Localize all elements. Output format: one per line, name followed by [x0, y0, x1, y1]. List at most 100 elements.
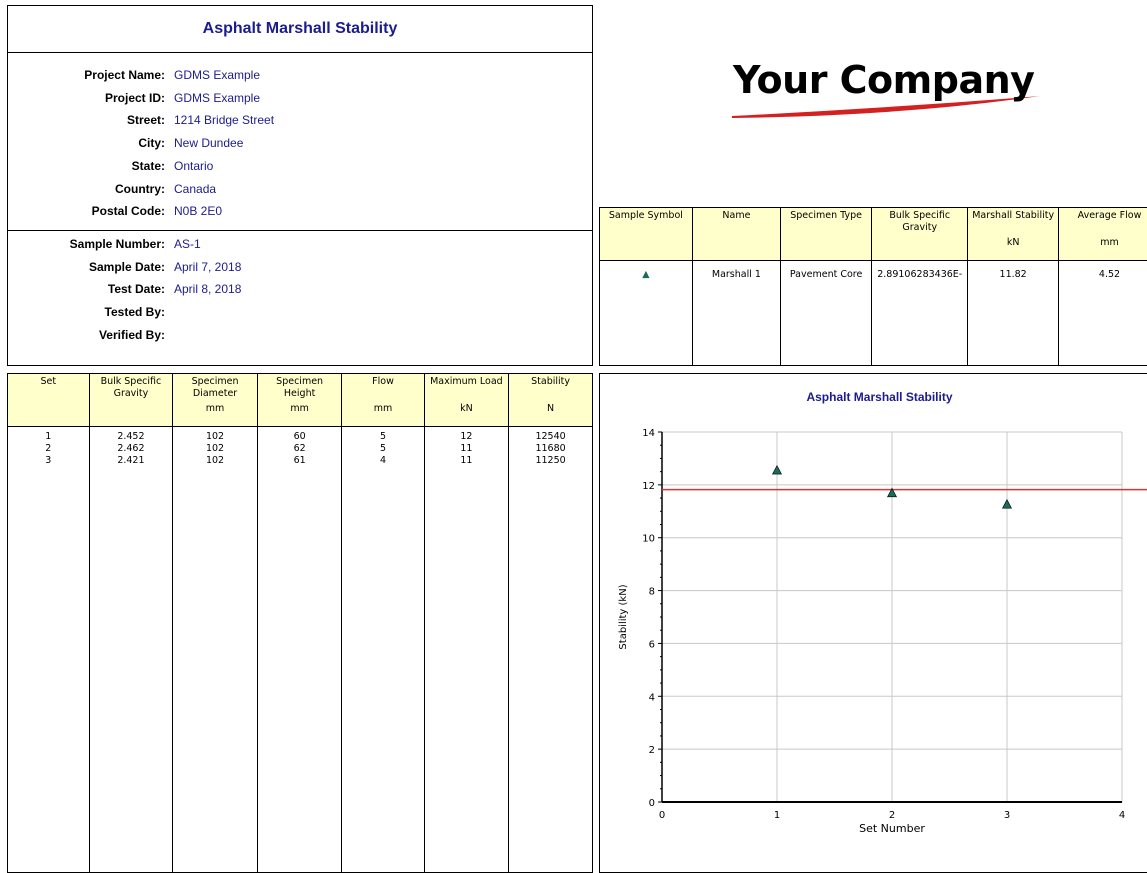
- table-cell: 2.89106283436E-: [871, 260, 968, 365]
- table-cell: 5: [379, 431, 387, 442]
- info-row: Postal Code: N0B 2E0: [8, 200, 598, 222]
- column-unit: [92, 402, 171, 416]
- info-value: April 7, 2018: [174, 259, 242, 274]
- column-unit: [874, 236, 965, 250]
- x-tick-label: 1: [774, 810, 780, 821]
- triangle-symbol-icon: ▲: [642, 269, 650, 280]
- column-header: Stability N: [508, 374, 592, 427]
- table-column: 554: [341, 426, 425, 872]
- summary-panel: Sample Symbol Name Specimen Type Bulk Speci…: [599, 207, 1147, 366]
- x-tick-label: 0: [659, 810, 665, 821]
- project-info-panel: Asphalt Marshall Stability Project Name:…: [7, 5, 593, 366]
- info-row: Sample Date: April 7, 2018: [8, 256, 598, 278]
- table-cell: 62: [293, 443, 306, 454]
- report-title: Asphalt Marshall Stability: [8, 6, 592, 53]
- info-label: Test Date:: [107, 282, 165, 297]
- table-cell: 4: [379, 455, 387, 466]
- column-header: Bulk Specific Gravity: [871, 208, 968, 261]
- column-label: Bulk Specific Gravity: [889, 210, 951, 233]
- column-label: Bulk Specific Gravity: [100, 376, 162, 399]
- summary-table: Sample Symbol Name Specimen Type Bulk Speci…: [600, 208, 1147, 365]
- x-tick-label: 3: [1004, 810, 1010, 821]
- info-row: Verified By:: [8, 324, 598, 346]
- stability-chart: 024681012140 1 2 3 4Set NumberStability (kN): [618, 428, 1147, 835]
- data-point-triangle: [772, 464, 782, 475]
- table-cell: 2.421: [117, 455, 145, 466]
- info-row: Test Date: April 8, 2018: [8, 278, 598, 300]
- column-header: Specimen Height mm: [256, 374, 342, 427]
- column-unit: kN: [1006, 237, 1020, 248]
- column-label: Maximum Load: [430, 376, 503, 387]
- table-column: 2.452 2.462 2.421: [88, 426, 173, 872]
- column-unit: kN: [460, 403, 473, 414]
- table-cell: 11: [460, 455, 473, 466]
- info-value: GDMS Example: [174, 68, 261, 82]
- info-value: N0B 2E0: [174, 204, 223, 219]
- info-value: Ontario: [174, 158, 214, 173]
- column-header: Specimen Type: [780, 208, 872, 261]
- x-axis-label: Set Number: [859, 822, 925, 835]
- table-cell: 1: [45, 431, 52, 442]
- cell-value: 11.82: [999, 269, 1027, 280]
- column-label: Specimen Type: [790, 210, 862, 221]
- info-row: Tested By:: [8, 301, 598, 323]
- column-header: Specimen Diameter mm: [172, 374, 258, 427]
- table-column: 102 102 102: [172, 426, 258, 872]
- table-cell: 102: [205, 431, 225, 442]
- table-cell: 2.452: [117, 431, 145, 442]
- table-cell: 5: [379, 443, 387, 454]
- info-label: Street:: [126, 113, 165, 128]
- info-label: Tested By:: [104, 305, 165, 320]
- column-unit: mm: [205, 403, 225, 414]
- info-row: State: Ontario: [8, 155, 598, 177]
- column-label: Average Flow: [1077, 210, 1142, 221]
- table-cell: 11250: [535, 455, 566, 466]
- column-unit: [783, 236, 869, 250]
- y-tick-label: 2: [649, 745, 655, 756]
- table-cell: 11680: [535, 443, 566, 454]
- y-tick-label: 0: [649, 798, 655, 809]
- cell-value: 2.89106283436E-: [877, 269, 963, 280]
- table-cell: 11: [460, 443, 473, 454]
- info-row: City: New Dundee: [8, 132, 598, 154]
- info-label: Sample Number:: [69, 237, 165, 251]
- y-tick-label: 6: [649, 639, 655, 650]
- test-data-panel: Set Bulk Specific Gravity Specimen Diamete…: [7, 373, 593, 873]
- column-label: Specimen Height: [276, 376, 324, 399]
- table-cell: 12: [460, 431, 473, 442]
- column-label: Set: [40, 376, 57, 387]
- y-tick-label: 12: [642, 481, 655, 492]
- info-row: Country: Canada: [8, 178, 598, 200]
- info-row: Street: 1214 Bridge Street: [8, 109, 598, 131]
- column-header: Name: [691, 208, 781, 261]
- x-tick-label: 2: [889, 810, 895, 821]
- info-value: GDMS Example: [174, 90, 261, 105]
- info-label: Country:: [115, 181, 165, 196]
- column-unit: [10, 402, 87, 416]
- column-header: Maximum Load kN: [423, 374, 509, 427]
- table-column: 12540 11680 11250: [508, 426, 592, 872]
- company-logo: Your Company: [700, 58, 1060, 128]
- info-row: Sample Number: AS-1: [8, 233, 598, 255]
- column-label: Flow: [372, 376, 394, 387]
- header-row: Set Bulk Specific Gravity Specimen Diamete…: [8, 374, 592, 427]
- table-cell: 2: [45, 443, 52, 454]
- table-cell: 11.82: [967, 260, 1059, 365]
- info-value: April 8, 2018: [174, 282, 242, 297]
- data-point-triangle: [1002, 499, 1012, 509]
- info-label: Verified By:: [98, 327, 165, 342]
- cell-value: 4.52: [1098, 269, 1121, 280]
- table-cell: ▲: [600, 261, 692, 366]
- y-tick-label: 8: [649, 587, 655, 598]
- column-unit: mm: [373, 403, 393, 414]
- company-name: Your Company: [733, 58, 1035, 102]
- column-label: Sample Symbol: [608, 210, 683, 221]
- column-label: Stability: [531, 376, 571, 387]
- info-label: Project ID:: [104, 90, 165, 105]
- info-value: Canada: [174, 181, 217, 196]
- y-tick-label: 14: [642, 428, 655, 439]
- table-cell: 3: [45, 455, 52, 466]
- column-unit: mm: [290, 403, 309, 414]
- info-label: State:: [131, 158, 165, 173]
- table-cell: 2.462: [117, 443, 145, 454]
